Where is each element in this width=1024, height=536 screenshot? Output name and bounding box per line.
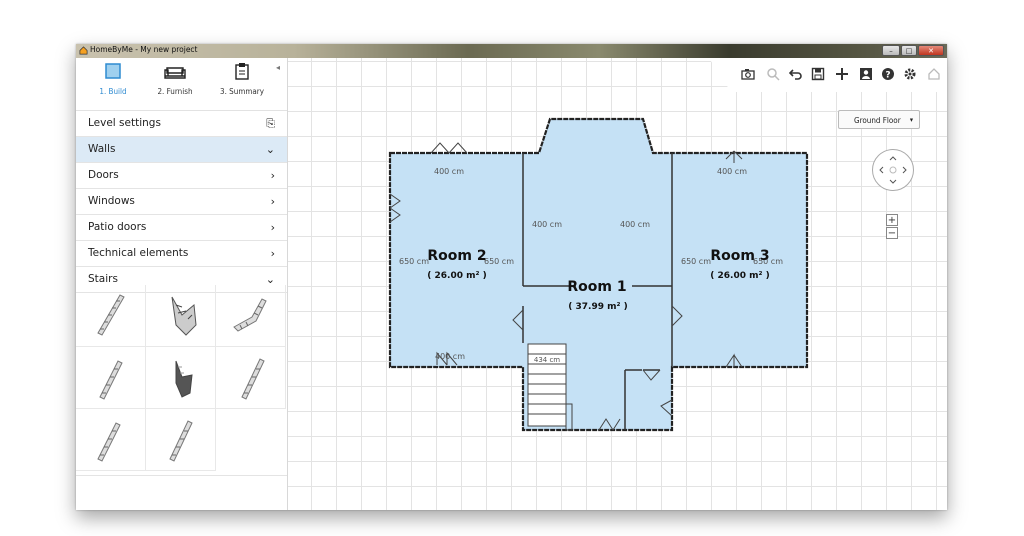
room3-dim-left: 650 cm bbox=[681, 257, 711, 266]
stair-option[interactable] bbox=[76, 347, 146, 409]
menu-item-label: Windows bbox=[88, 195, 135, 207]
room3-dim-top: 400 cm bbox=[717, 167, 747, 176]
stair-option[interactable] bbox=[216, 347, 286, 409]
room3-area: ( 26.00 m² ) bbox=[710, 271, 769, 281]
chevron-right-icon: › bbox=[270, 221, 275, 234]
title-bar: HomeByMe - My new project – □ ✕ bbox=[76, 44, 947, 58]
room2-dim-top: 400 cm bbox=[434, 167, 464, 176]
tab-summary-label: 3. Summary bbox=[220, 87, 264, 96]
room2-dim-left: 650 cm bbox=[399, 257, 429, 266]
menu-item-label: Technical elements bbox=[88, 247, 189, 259]
tab-build[interactable]: 1. Build bbox=[83, 62, 143, 96]
quarter-turn-stair-icon bbox=[171, 296, 197, 336]
stair-option[interactable] bbox=[146, 347, 216, 409]
menu-technical-elements[interactable]: Technical elements › bbox=[76, 241, 287, 267]
room1-dim-stairs: 434 cm bbox=[534, 356, 560, 364]
straight-stair-icon bbox=[241, 358, 265, 400]
stair-option[interactable] bbox=[76, 409, 146, 471]
sofa-icon bbox=[164, 67, 186, 79]
menu-item-label: Stairs bbox=[88, 273, 118, 285]
room1-dim-left: 400 cm bbox=[532, 220, 562, 229]
menu-doors[interactable]: Doors › bbox=[76, 163, 287, 189]
build-menu: Level settings ⎘ Walls ⌄ Doors › Windows › P… bbox=[76, 111, 287, 293]
menu-patio-doors[interactable]: Patio doors › bbox=[76, 215, 287, 241]
menu-item-label: Patio doors bbox=[88, 221, 147, 233]
straight-stair-icon bbox=[97, 294, 125, 336]
l-shaped-stair-icon bbox=[233, 298, 267, 332]
tab-summary[interactable]: 3. Summary bbox=[212, 62, 272, 96]
chevron-right-icon: › bbox=[270, 247, 275, 260]
menu-item-label: Walls bbox=[88, 143, 116, 155]
floor-plan: 400 cm 650 cm 650 cm 400 cm 400 cm 400 c… bbox=[388, 117, 809, 432]
build-icon bbox=[105, 63, 121, 79]
chevron-right-icon: › bbox=[270, 169, 275, 182]
tab-furnish-label: 2. Furnish bbox=[157, 87, 193, 96]
menu-item-label: Doors bbox=[88, 169, 119, 181]
room1-dim-right: 400 cm bbox=[620, 220, 650, 229]
straight-stair-icon bbox=[169, 420, 193, 462]
stair-option[interactable] bbox=[76, 285, 146, 347]
app-logo-icon bbox=[79, 46, 88, 55]
plan-canvas[interactable]: ? Ground Floor ▾ + − 400 cm 650 cm 650 c… bbox=[288, 58, 947, 510]
room1-area: ( 37.99 m² ) bbox=[568, 302, 627, 312]
winder-stair-icon bbox=[175, 360, 193, 398]
menu-level-settings[interactable]: Level settings ⎘ bbox=[76, 111, 287, 137]
chevron-down-icon: ⌄ bbox=[265, 143, 275, 156]
room2-dim-bottom: 400 cm bbox=[435, 352, 465, 361]
room2-dim-right: 650 cm bbox=[484, 257, 514, 266]
menu-walls[interactable]: Walls ⌄ bbox=[76, 137, 287, 163]
tab-build-label: 1. Build bbox=[99, 87, 127, 96]
step-tabs: 1. Build 2. Furnish 3. Summary ◂ bbox=[76, 58, 287, 111]
maximize-button[interactable]: □ bbox=[901, 45, 917, 56]
room1-name[interactable]: Room 1 bbox=[567, 279, 626, 295]
stairs-gallery bbox=[76, 285, 287, 476]
chevron-right-icon: › bbox=[270, 195, 275, 208]
straight-stair-icon bbox=[99, 360, 123, 400]
collapse-sidebar-button[interactable]: ◂ bbox=[272, 62, 284, 74]
level-settings-icon: ⎘ bbox=[266, 117, 275, 130]
close-button[interactable]: ✕ bbox=[918, 45, 944, 56]
stair-option[interactable] bbox=[146, 285, 216, 347]
window-title: HomeByMe - My new project bbox=[90, 45, 198, 54]
stair-option[interactable] bbox=[216, 285, 286, 347]
tab-furnish[interactable]: 2. Furnish bbox=[145, 62, 205, 96]
app-window: HomeByMe - My new project – □ ✕ 1. Build… bbox=[76, 44, 947, 510]
clipboard-icon bbox=[235, 63, 249, 80]
sidebar: 1. Build 2. Furnish 3. Summary ◂ Level s… bbox=[76, 58, 288, 510]
room3-name[interactable]: Room 3 bbox=[710, 248, 769, 264]
minimize-button[interactable]: – bbox=[882, 45, 900, 56]
stair-option[interactable] bbox=[146, 409, 216, 471]
room2-area: ( 26.00 m² ) bbox=[427, 271, 486, 281]
menu-windows[interactable]: Windows › bbox=[76, 189, 287, 215]
straight-stair-icon bbox=[97, 422, 121, 462]
menu-item-label: Level settings bbox=[88, 117, 161, 129]
room2-name[interactable]: Room 2 bbox=[427, 248, 486, 264]
